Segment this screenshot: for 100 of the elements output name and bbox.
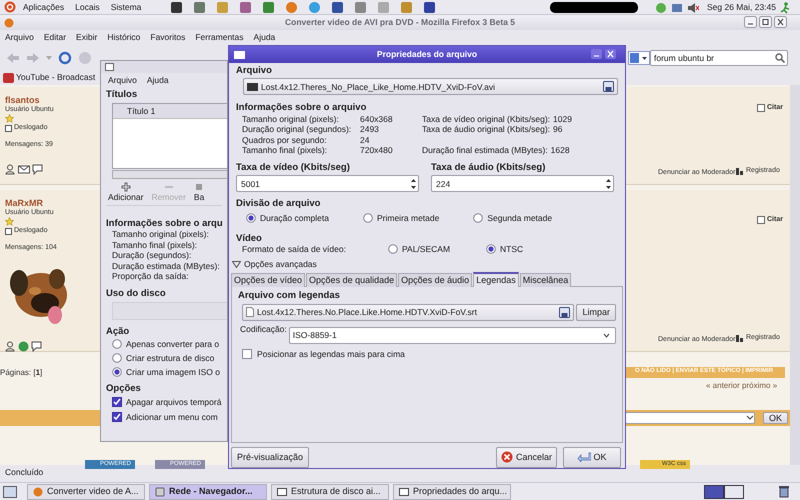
file-chooser[interactable]: Lost.4x12.Theres_No_Place_Like_Home.HDTV_XviD-FoV.avi bbox=[243, 78, 618, 96]
radio-label[interactable]: PAL/SECAM bbox=[402, 244, 450, 254]
preview-button[interactable]: Pré-visualização bbox=[231, 446, 310, 468]
tab[interactable]: Opções de vídeo bbox=[231, 272, 306, 287]
profile-icon[interactable] bbox=[5, 164, 16, 175]
expander-icon[interactable] bbox=[232, 260, 241, 268]
section-heading: Vídeo bbox=[236, 232, 263, 244]
stepper-icon[interactable] bbox=[410, 176, 417, 191]
panel-menu[interactable]: Sistema bbox=[106, 2, 146, 12]
search-engine-icon[interactable] bbox=[628, 51, 650, 65]
toolbar-button[interactable]: Ba bbox=[192, 182, 206, 202]
radio-button[interactable] bbox=[362, 212, 373, 223]
checkbox-label[interactable]: Adicionar um menu com bbox=[126, 412, 218, 422]
radio-label[interactable]: Primeira metade bbox=[376, 212, 440, 223]
speech-bubble-icon[interactable] bbox=[32, 164, 43, 175]
tab[interactable]: Miscelânea bbox=[520, 272, 572, 287]
radio-label[interactable]: Duração completa bbox=[260, 212, 329, 223]
close-icon[interactable] bbox=[605, 49, 616, 59]
expander-label[interactable]: Opções avançadas bbox=[244, 259, 317, 270]
menu-item[interactable]: Favoritos bbox=[145, 32, 190, 43]
menu-item[interactable]: Exibir bbox=[71, 32, 102, 43]
radio-label[interactable]: Criar estrutura de disco bbox=[126, 353, 214, 364]
minimize-icon[interactable] bbox=[591, 49, 602, 59]
reload-icon[interactable] bbox=[58, 50, 72, 64]
app-icon[interactable] bbox=[331, 0, 344, 14]
taskbar-item[interactable]: Propriedades do arqu... bbox=[393, 484, 511, 500]
menu-item[interactable]: Arquivo bbox=[0, 32, 39, 43]
radio-button[interactable] bbox=[112, 367, 122, 378]
star-icon bbox=[5, 217, 14, 226]
radio-button[interactable] bbox=[112, 339, 122, 350]
menu-item[interactable]: Histórico bbox=[102, 32, 146, 43]
menu-item[interactable]: Ajuda bbox=[142, 75, 174, 86]
tab[interactable]: Opções de qualidade bbox=[306, 272, 398, 287]
toolbar-button[interactable]: Adicionar bbox=[106, 182, 146, 202]
info-label: Duração estimada (MBytes): bbox=[111, 260, 221, 272]
dialog-title: Propriedades do arquivo bbox=[376, 49, 478, 60]
radio-button[interactable] bbox=[246, 212, 256, 223]
radio-button[interactable] bbox=[112, 353, 122, 364]
taskbar-item[interactable]: Rede - Navegador... bbox=[149, 484, 267, 500]
number-field[interactable]: 224 bbox=[431, 175, 614, 192]
app-icon[interactable] bbox=[239, 0, 252, 14]
radio-button[interactable] bbox=[486, 244, 496, 254]
checkbox[interactable] bbox=[112, 412, 122, 422]
mail-icon[interactable] bbox=[18, 164, 30, 175]
bookmark-link[interactable]: YouTube - Broadcast bbox=[3, 72, 96, 83]
show-desktop-icon[interactable] bbox=[3, 486, 17, 498]
taskbar-item[interactable]: Estrutura de disco ai... bbox=[271, 484, 389, 500]
app-icon[interactable] bbox=[423, 0, 436, 14]
author-name[interactable]: flsantos bbox=[5, 95, 95, 106]
search-field[interactable]: forum ubuntu br bbox=[650, 50, 788, 66]
cancel-button[interactable]: Cancelar bbox=[496, 446, 557, 468]
number-field[interactable]: 5001 bbox=[236, 175, 419, 192]
section-heading: Informações sobre o arquivo bbox=[236, 102, 368, 114]
ok-button[interactable]: OK bbox=[763, 412, 788, 424]
field-label: Formato de saída de vídeo: bbox=[242, 244, 347, 254]
forum-jump-select[interactable] bbox=[625, 412, 755, 424]
tab[interactable]: Opções de áudio bbox=[398, 272, 472, 287]
radio-label[interactable]: Apenas converter para o bbox=[126, 339, 220, 350]
radio-label[interactable]: Criar uma imagem ISO o bbox=[126, 367, 220, 378]
ubuntu-logo-icon bbox=[4, 1, 16, 13]
info-label: Duração original (segundos): bbox=[242, 124, 352, 135]
info-label: Duração (segundos): bbox=[111, 250, 192, 261]
radio-label[interactable]: NTSC bbox=[500, 244, 524, 254]
author-name[interactable]: MaRxMR bbox=[5, 198, 95, 209]
panel-menu[interactable]: Aplicações bbox=[19, 2, 68, 12]
tab[interactable]: Legendas bbox=[473, 272, 519, 287]
radio-button[interactable] bbox=[388, 244, 398, 254]
maximize-icon[interactable] bbox=[759, 16, 772, 28]
plus-icon bbox=[120, 182, 131, 192]
offline-icon bbox=[5, 228, 12, 235]
menu-item[interactable]: Editar bbox=[38, 32, 72, 43]
clock[interactable]: Seg 26 Mai, 23:45 bbox=[707, 2, 776, 13]
menu-item[interactable]: Arquivo bbox=[103, 75, 142, 86]
file-chooser[interactable]: Lost.4x12.Theres.No.Place.Like.Home.HDTV.XviD-FoV.srt bbox=[242, 304, 574, 321]
volume-icon[interactable] bbox=[687, 2, 699, 14]
checkbox[interactable] bbox=[112, 397, 122, 408]
ok-button[interactable]: OK bbox=[563, 446, 621, 468]
menu-item[interactable]: Ajuda bbox=[248, 32, 280, 43]
quote-icon bbox=[757, 104, 765, 112]
panel-menu[interactable]: Locais bbox=[71, 2, 104, 12]
checkbox[interactable] bbox=[242, 349, 252, 359]
speech-bubble-icon[interactable] bbox=[31, 340, 42, 352]
menu-item[interactable]: Ferramentas bbox=[190, 32, 249, 43]
taskbar-item[interactable]: Converter video de A... bbox=[27, 484, 145, 500]
minimize-icon[interactable] bbox=[744, 16, 757, 28]
trash-icon[interactable] bbox=[778, 485, 790, 498]
stepper-icon[interactable] bbox=[605, 176, 612, 191]
floppy-icon bbox=[603, 81, 614, 92]
clear-button[interactable]: Limpar bbox=[576, 304, 616, 321]
column-header[interactable]: Título 1 bbox=[113, 104, 227, 119]
profile-icon[interactable] bbox=[5, 340, 16, 352]
page-navigation[interactable]: « anterior próximo » bbox=[706, 381, 778, 391]
encoding-combo[interactable]: ISO-8859-1 bbox=[288, 326, 616, 344]
close-icon[interactable] bbox=[774, 16, 787, 28]
radio-label[interactable]: Segunda metade bbox=[487, 212, 552, 223]
checkbox-label[interactable]: Posicionar as legendas mais para cima bbox=[257, 348, 405, 360]
workspace-switcher-icon[interactable] bbox=[704, 484, 744, 498]
horizontal-scrollbar[interactable] bbox=[112, 170, 227, 179]
radio-button[interactable] bbox=[473, 212, 484, 223]
checkbox-label[interactable]: Apagar arquivos temporá bbox=[126, 397, 222, 408]
